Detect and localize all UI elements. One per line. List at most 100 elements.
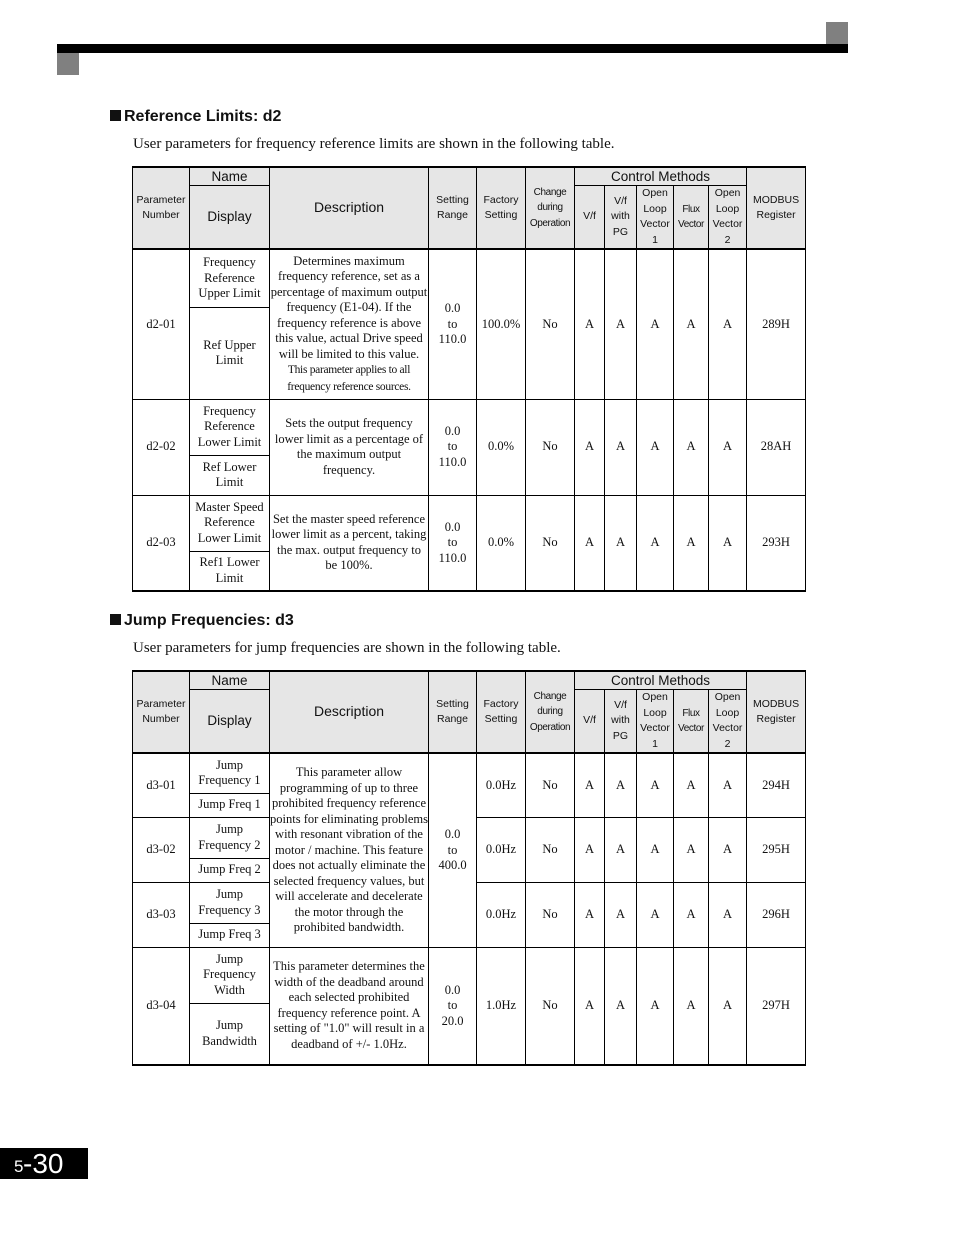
header-name: Name — [189, 670, 270, 690]
header-description: Description — [269, 166, 429, 250]
param-name: Jump Frequency 3 — [189, 881, 270, 924]
header-param-number: Parameter Number — [132, 670, 190, 754]
param-name: Jump Frequency 2 — [189, 816, 270, 859]
modbus-register: 295H — [746, 816, 807, 883]
description-text: Determines maximum frequency reference, … — [270, 253, 428, 361]
method-olv1: A — [636, 248, 674, 400]
method-olv2: A — [707, 881, 748, 948]
setting-range: 0.0 to 400.0 — [428, 752, 477, 948]
change-during-op: No — [525, 816, 575, 883]
change-during-op: No — [525, 881, 575, 948]
range-to: to — [447, 535, 458, 549]
header-display: Display — [189, 185, 270, 250]
param-display: Ref1 Lower Limit — [189, 550, 270, 592]
param-display: Jump Freq 3 — [189, 922, 270, 948]
header-change-during-op: Change during Operation — [525, 670, 575, 754]
setting-range: 0.0 to 20.0 — [428, 946, 477, 1066]
range-max: 110.0 — [438, 454, 467, 469]
header-description: Description — [269, 670, 429, 754]
method-vf: A — [574, 946, 605, 1066]
range-to: to — [447, 316, 458, 331]
header-factory-setting: Factory Setting — [476, 166, 526, 250]
header-param-number: Parameter Number — [132, 166, 190, 250]
header-setting-range: Setting Range — [428, 670, 477, 754]
header-olv2: Open Loop Vector 2 — [707, 689, 748, 754]
modbus-register: 294H — [746, 752, 807, 818]
method-olv2: A — [707, 946, 748, 1066]
table-row: d2-02 Frequency Reference Lower Limit Se… — [132, 398, 807, 496]
header-vf-pg: V/f with PG — [604, 689, 637, 754]
header-factory-setting: Factory Setting — [476, 670, 526, 754]
method-olv1: A — [636, 494, 674, 592]
method-vf: A — [574, 398, 605, 496]
param-number: d2-03 — [132, 494, 190, 592]
method-olv2: A — [707, 248, 748, 400]
header-modbus: MODBUS Register — [746, 670, 807, 754]
table-row: d3-01 Jump Frequency 1 This parameter al… — [132, 752, 807, 948]
factory-setting: 0.0Hz — [476, 752, 526, 818]
method-vf-pg: A — [604, 752, 637, 818]
method-vf: A — [574, 816, 605, 883]
param-number: d3-02 — [132, 816, 190, 883]
page-number: -30 — [23, 1148, 64, 1179]
param-number: d2-02 — [132, 398, 190, 496]
header-rule — [57, 44, 848, 53]
header-olv2: Open Loop Vector 2 — [707, 185, 748, 250]
setting-range: 0.0 to 110.0 — [428, 494, 477, 592]
header-olv1: Open Loop Vector 1 — [636, 689, 674, 754]
param-name: Jump Frequency Width — [189, 946, 270, 1004]
header-vf-pg: V/f with PG — [604, 185, 637, 250]
param-number: d3-04 — [132, 946, 190, 1066]
method-vf-pg: A — [604, 494, 637, 592]
method-vf: A — [574, 248, 605, 400]
method-vf-pg: A — [604, 398, 637, 496]
param-description: This parameter determines the width of t… — [269, 946, 429, 1066]
method-olv1: A — [636, 946, 674, 1066]
param-name: Frequency Reference Lower Limit — [189, 398, 270, 456]
d2-parameter-table: Parameter Number Name Description Settin… — [132, 166, 807, 592]
method-vf-pg: A — [604, 248, 637, 400]
header-vf: V/f — [574, 185, 605, 250]
table-row: d2-01 Frequency Reference Upper Limit De… — [132, 248, 807, 400]
factory-setting: 1.0Hz — [476, 946, 526, 1066]
factory-setting: 0.0Hz — [476, 816, 526, 883]
factory-setting: 0.0% — [476, 398, 526, 496]
section-title-text: Reference Limits: d2 — [124, 108, 282, 125]
setting-range: 0.0 to 110.0 — [428, 398, 477, 496]
param-name: Master Speed Reference Lower Limit — [189, 494, 270, 552]
param-number: d3-03 — [132, 881, 190, 948]
param-display: Jump Bandwidth — [189, 1002, 270, 1066]
bullet-square-icon — [110, 614, 121, 625]
param-display: Ref Lower Limit — [189, 454, 270, 496]
change-during-op: No — [525, 752, 575, 818]
method-vf: A — [574, 494, 605, 592]
range-max: 110.0 — [438, 550, 467, 565]
method-olv2: A — [707, 752, 748, 818]
range-max: 400.0 — [438, 858, 467, 872]
range-max: 20.0 — [441, 1013, 464, 1028]
range-min: 0.0 — [444, 827, 461, 841]
header-name: Name — [189, 166, 270, 186]
header-olv1: Open Loop Vector 1 — [636, 185, 674, 250]
header-vf: V/f — [574, 689, 605, 754]
page-number-badge: 5 -30 — [0, 1148, 88, 1179]
range-max: 110.0 — [438, 332, 467, 346]
section-intro-d2: User parameters for frequency reference … — [133, 136, 615, 152]
method-flux: A — [673, 816, 709, 883]
param-name: Jump Frequency 1 — [189, 752, 270, 794]
range-min: 0.0 — [444, 519, 461, 534]
change-during-op: No — [525, 494, 575, 592]
section-intro-d3: User parameters for jump frequencies are… — [133, 640, 561, 656]
range-min: 0.0 — [444, 982, 461, 997]
method-olv1: A — [636, 752, 674, 818]
description-note: This parameter applies to all frequency … — [287, 364, 411, 393]
method-olv1: A — [636, 881, 674, 948]
change-during-op: No — [525, 946, 575, 1066]
header-modbus: MODBUS Register — [746, 166, 807, 250]
method-flux: A — [673, 881, 709, 948]
method-olv2: A — [707, 816, 748, 883]
method-flux: A — [673, 248, 709, 400]
section-title-d2: Reference Limits: d2 — [110, 108, 281, 126]
header-flux-vector: Flux Vector — [673, 185, 709, 250]
range-min: 0.0 — [444, 301, 461, 315]
